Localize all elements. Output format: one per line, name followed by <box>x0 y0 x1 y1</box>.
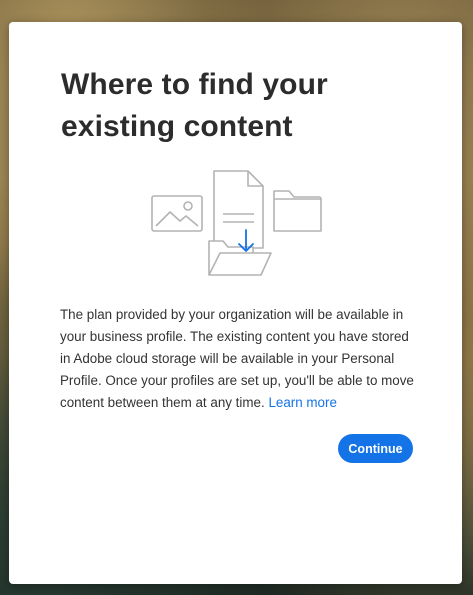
content-illustration <box>151 170 322 276</box>
dialog-title: Where to find your existing content <box>61 68 328 143</box>
image-icon <box>151 195 203 232</box>
dialog-body-text: The plan provided by your organization w… <box>60 304 420 414</box>
content-location-dialog: Where to find your existing content The … <box>9 22 462 584</box>
continue-button[interactable]: Continue <box>338 434 413 463</box>
body-description: The plan provided by your organization w… <box>60 307 414 410</box>
folder-icon <box>273 190 322 232</box>
learn-more-link[interactable]: Learn more <box>268 395 336 410</box>
document-icon <box>213 170 264 249</box>
